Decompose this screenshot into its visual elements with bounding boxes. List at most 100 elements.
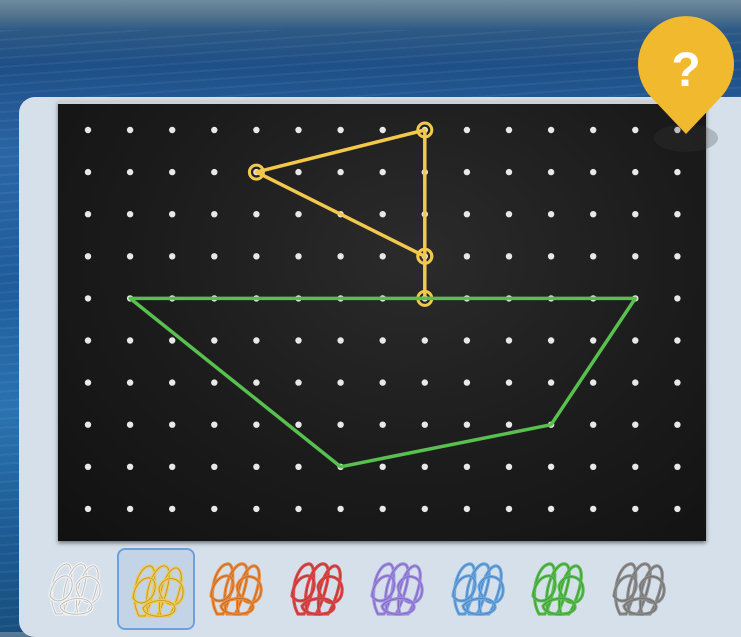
- peg-8-10[interactable]: [505, 463, 513, 470]
- peg-1-3[interactable]: [211, 168, 218, 176]
- peg-0-12[interactable]: [590, 126, 597, 134]
- peg-0-7[interactable]: [379, 126, 386, 134]
- peg-3-0[interactable]: [84, 253, 92, 260]
- peg-5-14[interactable]: [674, 337, 681, 344]
- peg-2-10[interactable]: [505, 211, 513, 218]
- peg-9-12[interactable]: [590, 505, 597, 513]
- peg-6-5[interactable]: [295, 379, 302, 386]
- peg-4-0[interactable]: [84, 295, 92, 302]
- peg-4-14[interactable]: [674, 295, 681, 302]
- peg-0-3[interactable]: [211, 126, 218, 134]
- peg-0-6[interactable]: [337, 126, 344, 134]
- peg-2-11[interactable]: [547, 211, 555, 218]
- peg-3-1[interactable]: [126, 253, 134, 260]
- peg-7-0[interactable]: [84, 421, 92, 428]
- peg-7-12[interactable]: [590, 421, 597, 428]
- peg-7-7[interactable]: [379, 421, 386, 428]
- peg-1-7[interactable]: [379, 168, 386, 176]
- peg-7-14[interactable]: [674, 421, 681, 428]
- peg-5-13[interactable]: [632, 337, 639, 344]
- peg-3-2[interactable]: [169, 253, 176, 260]
- peg-1-14[interactable]: [674, 168, 681, 176]
- peg-8-13[interactable]: [632, 463, 639, 470]
- peg-3-14[interactable]: [674, 253, 681, 260]
- peg-2-13[interactable]: [632, 211, 639, 218]
- peg-7-6[interactable]: [337, 421, 344, 428]
- peg-0-1[interactable]: [126, 126, 134, 134]
- help-button[interactable]: ?: [630, 4, 741, 154]
- peg-8-5[interactable]: [295, 463, 302, 470]
- peg-6-14[interactable]: [674, 379, 681, 386]
- peg-6-9[interactable]: [463, 379, 471, 386]
- peg-2-5[interactable]: [295, 211, 302, 218]
- peg-7-9[interactable]: [463, 421, 471, 428]
- peg-6-6[interactable]: [337, 379, 344, 386]
- peg-6-0[interactable]: [84, 379, 92, 386]
- peg-8-7[interactable]: [379, 463, 386, 470]
- peg-9-7[interactable]: [379, 505, 386, 513]
- peg-3-5[interactable]: [295, 253, 302, 260]
- peg-6-7[interactable]: [379, 379, 386, 386]
- peg-6-13[interactable]: [632, 379, 639, 386]
- peg-8-4[interactable]: [253, 463, 260, 470]
- peg-8-0[interactable]: [84, 463, 92, 470]
- peg-3-4[interactable]: [253, 253, 260, 260]
- peg-2-14[interactable]: [674, 211, 681, 218]
- peg-6-8[interactable]: [421, 379, 428, 386]
- band-orange-button[interactable]: [197, 548, 275, 630]
- band-red-button[interactable]: [278, 548, 356, 630]
- peg-1-10[interactable]: [505, 168, 513, 176]
- peg-3-3[interactable]: [211, 253, 218, 260]
- peg-8-8[interactable]: [421, 463, 428, 470]
- peg-1-6[interactable]: [337, 168, 344, 176]
- peg-5-9[interactable]: [463, 337, 471, 344]
- peg-2-4[interactable]: [253, 211, 260, 218]
- peg-6-11[interactable]: [547, 379, 555, 386]
- band-white-button[interactable]: [36, 548, 114, 630]
- peg-5-5[interactable]: [295, 337, 302, 344]
- peg-5-0[interactable]: [84, 337, 92, 344]
- peg-7-1[interactable]: [126, 421, 134, 428]
- peg-9-8[interactable]: [421, 505, 428, 513]
- peg-5-7[interactable]: [379, 337, 386, 344]
- peg-3-7[interactable]: [379, 253, 386, 260]
- peg-7-2[interactable]: [169, 421, 176, 428]
- peg-1-2[interactable]: [169, 168, 176, 176]
- band-purple-button[interactable]: [358, 548, 436, 630]
- peg-9-9[interactable]: [463, 505, 471, 513]
- peg-5-12[interactable]: [590, 337, 597, 344]
- peg-8-3[interactable]: [211, 463, 218, 470]
- band-blue-button[interactable]: [439, 548, 517, 630]
- peg-6-2[interactable]: [169, 379, 176, 386]
- peg-6-1[interactable]: [126, 379, 134, 386]
- band-yellow-button[interactable]: [116, 548, 195, 630]
- peg-9-2[interactable]: [169, 505, 176, 513]
- peg-3-9[interactable]: [463, 253, 471, 260]
- peg-8-1[interactable]: [126, 463, 134, 470]
- peg-9-6[interactable]: [337, 505, 344, 513]
- peg-2-7[interactable]: [379, 211, 386, 218]
- peg-9-11[interactable]: [547, 505, 555, 513]
- peg-1-13[interactable]: [632, 168, 639, 176]
- peg-7-10[interactable]: [505, 421, 513, 428]
- peg-2-12[interactable]: [590, 211, 597, 218]
- peg-5-1[interactable]: [126, 337, 134, 344]
- peg-2-1[interactable]: [126, 211, 134, 218]
- peg-3-10[interactable]: [505, 253, 513, 260]
- peg-0-2[interactable]: [169, 126, 176, 134]
- peg-0-10[interactable]: [505, 126, 513, 134]
- peg-9-1[interactable]: [126, 505, 134, 513]
- peg-2-3[interactable]: [211, 211, 218, 218]
- peg-3-12[interactable]: [590, 253, 597, 260]
- peg-6-10[interactable]: [505, 379, 513, 386]
- peg-8-11[interactable]: [547, 463, 555, 470]
- peg-7-3[interactable]: [211, 421, 218, 428]
- peg-6-4[interactable]: [253, 379, 260, 386]
- peg-9-10[interactable]: [505, 505, 513, 513]
- peg-0-9[interactable]: [463, 126, 471, 134]
- peg-1-11[interactable]: [547, 168, 555, 176]
- peg-5-10[interactable]: [505, 337, 513, 344]
- peg-2-2[interactable]: [169, 211, 176, 218]
- peg-2-0[interactable]: [84, 211, 92, 218]
- peg-1-5[interactable]: [295, 168, 302, 176]
